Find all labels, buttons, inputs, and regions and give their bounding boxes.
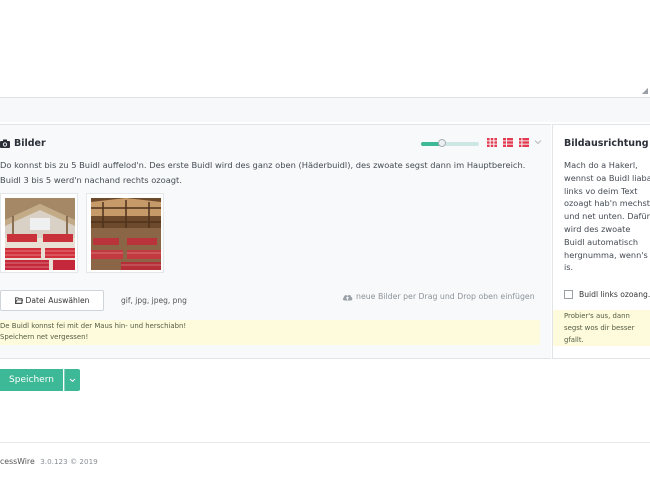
description-line: wennst oa Buidl liaba — [564, 172, 650, 183]
allowed-extensions: gif, jpg, jpeg, png — [121, 296, 187, 305]
image-thumbnail[interactable] — [86, 193, 164, 273]
images-field-description: Do konnst bis zu 5 Buidl auffelod'n. Des… — [0, 160, 526, 185]
notes-line: Speichern net vergessen! — [0, 333, 89, 341]
grid-list-icon[interactable] — [503, 138, 513, 147]
footer-version: 3.0.123 © 2019 — [40, 457, 98, 466]
description-line: und net unten. Dafür — [564, 211, 650, 222]
resize-handle[interactable]: ◢ — [640, 87, 648, 95]
images-field-notes: De Buidl konnst fei mit der Maus hin- un… — [0, 320, 540, 345]
image-left-checkbox-label: Buidl links ozoang. — [579, 290, 650, 299]
thumbnail-size-slider[interactable] — [421, 139, 479, 148]
save-dropdown-toggle[interactable] — [64, 369, 80, 391]
notes-line: gfallt. — [564, 336, 584, 344]
save-button-group: Speichern — [0, 369, 80, 391]
choose-file-button[interactable]: Datei Auswählen — [0, 290, 104, 311]
description-line: Mach do a Hakerl, — [564, 160, 638, 170]
slider-handle[interactable] — [437, 139, 446, 147]
notes-line: De Buidl konnst fei mit der Maus hin- un… — [0, 322, 187, 330]
description-line: Buidl automatisch — [564, 236, 639, 247]
field-gap — [0, 98, 650, 122]
image-left-checkbox-row[interactable]: Buidl links ozoang. — [564, 290, 650, 299]
alignment-field: Bildausrichtung Mach do a Hakerl, wennst… — [552, 124, 650, 359]
notes-line: segst wos dir besser — [564, 324, 635, 332]
alignment-field-description: Mach do a Hakerl, wennst oa Buidl liaba … — [564, 159, 650, 274]
description-line: hergnumma, wenn's — [564, 249, 648, 260]
footer-product: cessWire — [0, 457, 35, 466]
chevron-down-icon[interactable] — [534, 138, 542, 146]
images-field: Bilder Do konnst bis zu 5 Buidl auffelod… — [0, 124, 551, 359]
list-icon[interactable] — [519, 138, 529, 147]
alignment-field-label[interactable]: Bildausrichtung — [564, 138, 649, 149]
footer-divider — [0, 442, 650, 443]
description-line: ozoagt hab'n mechst — [564, 198, 650, 209]
image-thumbnail[interactable] — [0, 193, 78, 273]
thumbnail-image — [5, 198, 75, 270]
thumbnail-image — [91, 198, 161, 270]
alignment-field-notes: Probier's aus, dann segst wos dir besser… — [553, 310, 650, 346]
notes-line: Probier's aus, dann — [564, 312, 630, 320]
image-left-checkbox[interactable] — [564, 290, 573, 299]
camera-icon — [0, 139, 10, 148]
description-line: is. — [564, 262, 574, 273]
cloud-upload-icon — [342, 294, 353, 300]
chevron-down-icon — [69, 378, 76, 382]
images-field-label: Bilder — [14, 138, 46, 149]
choose-file-label: Datei Auswählen — [25, 296, 90, 305]
description-line: links vo deim Text — [564, 185, 638, 196]
images-field-header[interactable]: Bilder — [0, 138, 46, 149]
description-line: wird des zwoate — [564, 223, 631, 234]
footer: cessWire 3.0.123 © 2019 — [0, 457, 98, 466]
dropzone-hint-text: neue Bilder per Drag und Drop oben einfü… — [356, 292, 535, 301]
grid-icon[interactable] — [487, 138, 497, 147]
save-button[interactable]: Speichern — [0, 369, 63, 391]
folder-open-icon — [14, 297, 23, 304]
body-textarea[interactable]: ◢ — [0, 0, 650, 98]
dropzone-hint: neue Bilder per Drag und Drop oben einfü… — [342, 292, 535, 301]
